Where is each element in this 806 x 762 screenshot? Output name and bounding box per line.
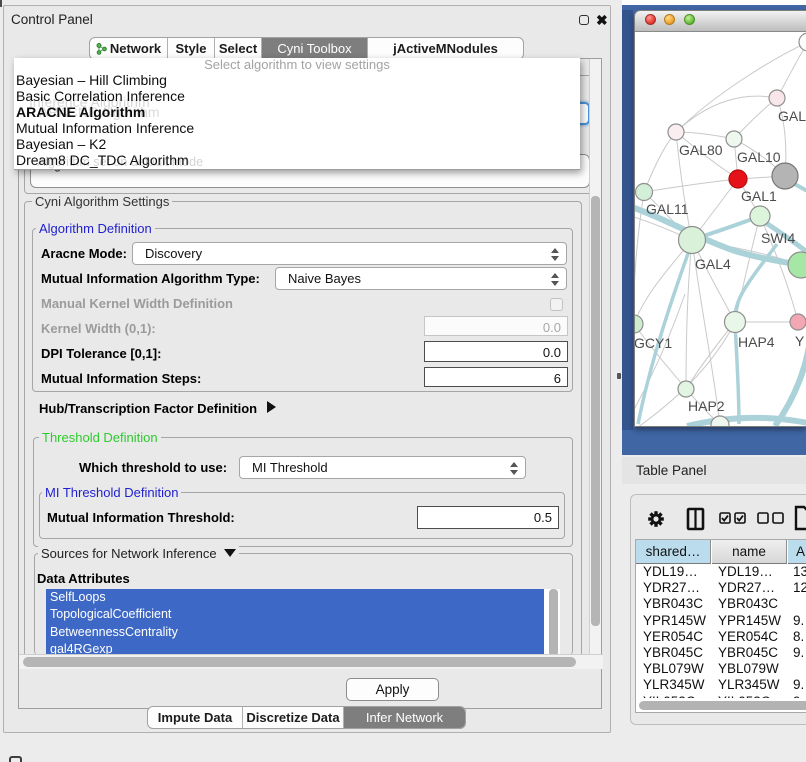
svg-text:GCY1: GCY1 (635, 335, 672, 351)
svg-text:GAL1: GAL1 (741, 188, 777, 204)
svg-text:GAL4: GAL4 (695, 256, 731, 272)
svg-text:HAP4: HAP4 (738, 334, 775, 350)
svg-text:Y: Y (795, 333, 805, 349)
svg-text:GAL10: GAL10 (737, 149, 781, 165)
svg-text:HAP2: HAP2 (688, 398, 725, 414)
svg-text:GAL11: GAL11 (646, 201, 689, 217)
svg-text:SWI4: SWI4 (761, 230, 795, 246)
svg-text:GAL80: GAL80 (679, 142, 723, 158)
svg-text:GAL: GAL (778, 108, 806, 124)
